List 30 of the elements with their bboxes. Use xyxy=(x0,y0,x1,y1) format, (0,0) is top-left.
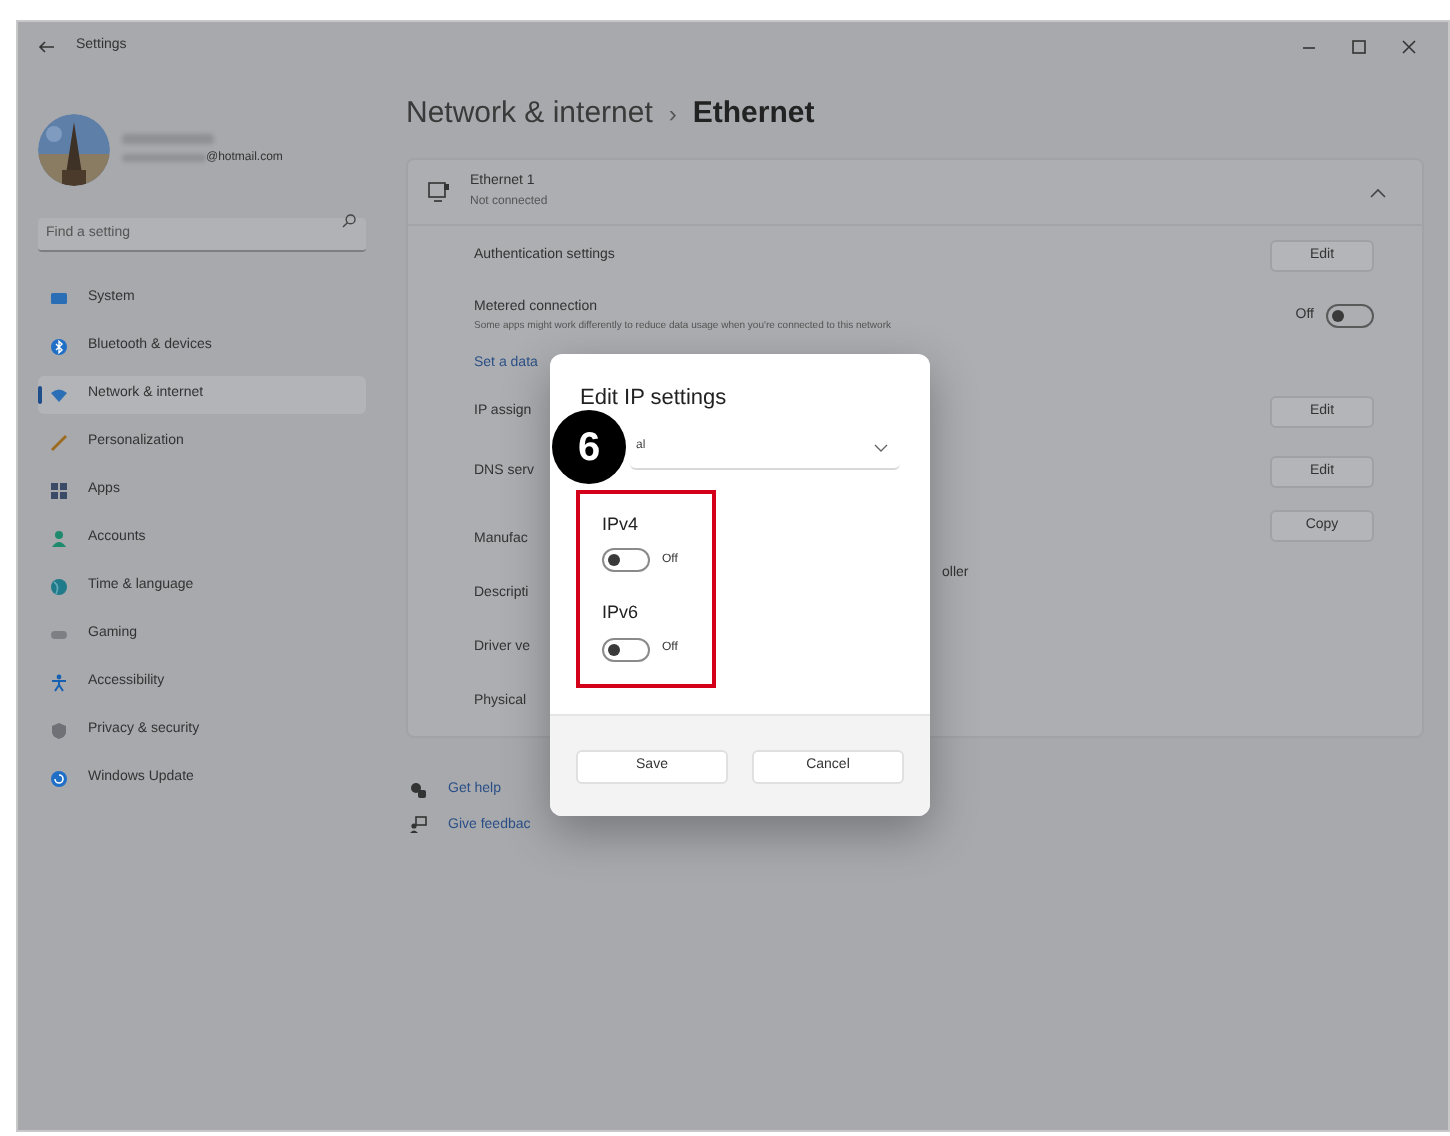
breadcrumb-separator: › xyxy=(668,98,677,132)
maximize-icon xyxy=(1352,39,1366,53)
help-icon xyxy=(410,781,428,800)
shield-icon xyxy=(50,722,68,740)
close-icon xyxy=(1402,39,1416,53)
update-icon xyxy=(50,770,68,788)
toggle-switch[interactable] xyxy=(1326,304,1374,328)
wifi-icon xyxy=(50,386,68,404)
feedback-icon xyxy=(410,816,428,835)
monitor-icon xyxy=(428,182,450,202)
accessibility-icon xyxy=(50,674,68,692)
back-arrow-icon xyxy=(38,39,56,53)
chevron-icon[interactable] xyxy=(1370,187,1386,197)
dialog-title: Edit IP settings xyxy=(580,384,729,414)
gamepad-icon xyxy=(50,626,68,644)
globe-icon xyxy=(50,578,68,596)
person-icon xyxy=(50,530,68,548)
monitor-icon xyxy=(50,290,68,308)
protocol-label: IPv4 xyxy=(602,511,641,537)
toggle-switch[interactable] xyxy=(602,637,650,661)
page-title: Ethernet xyxy=(692,93,815,134)
breadcrumb-parent[interactable]: Network & internet xyxy=(406,91,653,137)
search-icon xyxy=(342,214,356,228)
chevron-down-icon xyxy=(874,443,888,451)
brush-icon xyxy=(50,434,68,452)
blurred-name xyxy=(122,133,214,143)
toggle-switch[interactable] xyxy=(602,548,650,572)
protocol-label: IPv6 xyxy=(602,600,641,626)
apps-icon xyxy=(50,482,68,500)
bluetooth-icon xyxy=(50,338,68,356)
